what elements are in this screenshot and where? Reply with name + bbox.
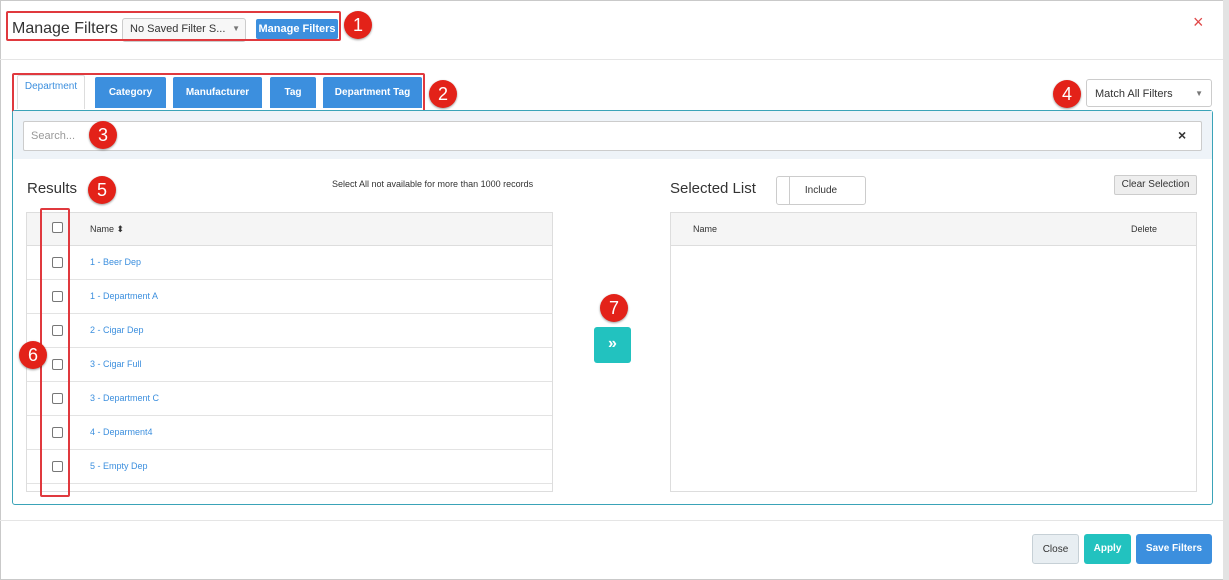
row-link[interactable]: 3 - Cigar Full	[90, 359, 142, 369]
table-row: 3 - Cigar Full	[27, 348, 552, 382]
table-row: 5 - Empty Dep	[27, 450, 552, 484]
annotation-marker-6: 6	[19, 341, 47, 369]
annotation-marker-7: 7	[600, 294, 628, 322]
row-link[interactable]: 2 - Cigar Dep	[90, 325, 144, 335]
modal-edge	[1223, 0, 1229, 580]
selected-name-header: Name	[693, 224, 718, 234]
chevron-down-icon: ▼	[1195, 89, 1203, 98]
row-link[interactable]: 4 - Deparment4	[90, 427, 153, 437]
select-all-note: Select All not available for more than 1…	[332, 179, 534, 189]
selected-table-header: Name Delete	[671, 213, 1196, 246]
annotation-marker-2: 2	[429, 80, 457, 108]
annotation-marker-4: 4	[1053, 80, 1081, 108]
row-link[interactable]: 1 - Department A	[90, 291, 158, 301]
table-row: 1 - Department A	[27, 280, 552, 314]
annotation-marker-5: 5	[88, 176, 116, 204]
row-link[interactable]: 5 - Empty Dep	[90, 461, 148, 471]
close-button[interactable]: Close	[1032, 534, 1079, 564]
name-column-header[interactable]: Name ⬍	[90, 224, 124, 235]
table-row: 3 - Department C	[27, 382, 552, 416]
include-toggle-button[interactable]: Include	[776, 176, 866, 205]
annotation-marker-1: 1	[344, 11, 372, 39]
annotation-marker-3: 3	[89, 121, 117, 149]
row-link[interactable]: 3 - Department C	[90, 393, 159, 403]
search-input[interactable]: Search...	[23, 121, 1202, 151]
selected-table: Name Delete	[670, 212, 1197, 492]
selected-delete-header: Delete	[1131, 224, 1158, 234]
annotation-box-1	[6, 11, 341, 41]
sort-icon: ⬍	[116, 224, 125, 234]
table-row: 2 - Cigar Dep	[27, 314, 552, 348]
apply-button[interactable]: Apply	[1084, 534, 1131, 564]
row-link[interactable]: 1 - Beer Dep	[90, 257, 141, 267]
results-table: Name ⬍ 1 - Beer Dep 1 - Department A 2 -…	[26, 212, 553, 492]
close-icon[interactable]: ×	[1193, 12, 1204, 33]
clear-search-icon[interactable]: ×	[1178, 127, 1186, 143]
results-table-header: Name ⬍	[27, 213, 552, 246]
move-selected-button[interactable]: »	[594, 327, 631, 363]
annotation-box-2	[12, 73, 425, 113]
results-title: Results	[27, 180, 78, 197]
table-row: 1 - Beer Dep	[27, 246, 552, 280]
save-filters-button[interactable]: Save Filters	[1136, 534, 1212, 564]
clear-selection-button[interactable]: Clear Selection	[1114, 175, 1197, 195]
table-row: 4 - Deparment4	[27, 416, 552, 450]
match-filters-select[interactable]: Match All Filters ▼	[1086, 79, 1212, 107]
selected-list-title: Selected List	[670, 180, 756, 197]
match-filters-value: Match All Filters	[1095, 88, 1173, 100]
